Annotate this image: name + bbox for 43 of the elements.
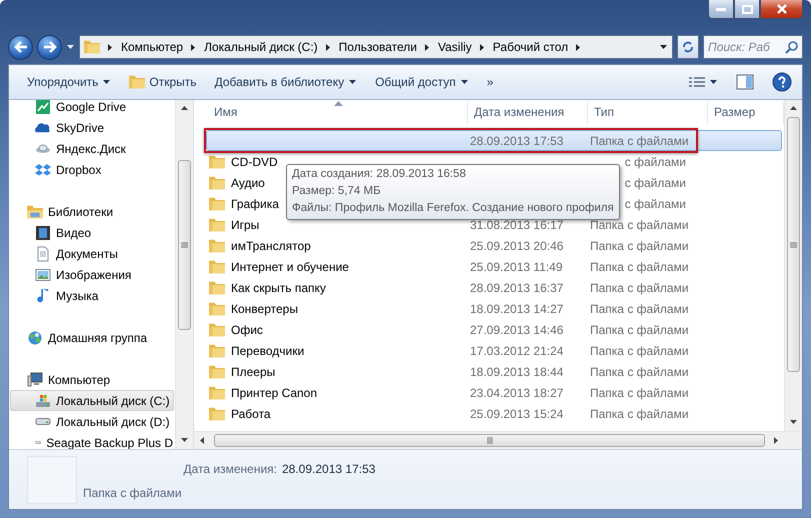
date-cell: 25.09.2013 20:46: [470, 238, 564, 252]
file-name: Игры: [231, 218, 260, 232]
type-cell: Папка с файлами: [590, 134, 686, 148]
file-name: Работа: [231, 406, 271, 420]
date-cell: 18.09.2013 14:27: [470, 302, 564, 316]
type-cell-text: с файлами: [624, 154, 686, 168]
file-name: Переводчики: [231, 344, 304, 358]
date-cell: 31.08.2013 16:17: [470, 218, 564, 232]
file-name: Интернет и обучение: [231, 260, 349, 274]
type-cell: Папка с файлами: [590, 364, 686, 378]
type-cell: Папка с файлами: [590, 406, 686, 420]
date-cell: 17.03.2012 21:24: [470, 344, 564, 358]
type-cell: Папка с файлами: [590, 386, 686, 400]
detail-type: Папка с файлами: [83, 486, 182, 500]
date-cell: 18.09.2013 18:44: [470, 364, 564, 378]
tooltip-line: Файлы: Профиль Mozilla Ferefox. Создание нового профиля: [292, 201, 614, 216]
date-cell: 28.09.2013 16:37: [470, 280, 564, 294]
file-name: Аудио: [231, 176, 265, 190]
type-cell: Папка с файлами: [590, 302, 686, 316]
tooltip-line: Дата создания: 28.09.2013 16:58: [292, 167, 467, 182]
file-name: Офис: [231, 322, 263, 336]
file-name: Графика: [231, 196, 279, 210]
detail-label: Дата изменения:: [184, 462, 277, 476]
type-cell: Папка с файлами: [590, 280, 686, 294]
date-cell: 27.09.2013 14:46: [470, 322, 564, 336]
type-cell: Папка с файлами: [590, 322, 686, 336]
date-cell: 25.09.2013 15:24: [470, 406, 564, 420]
tooltip-line: Размер: 5,74 МБ: [292, 184, 382, 199]
type-cell: Папка с файлами: [590, 238, 686, 252]
date-cell: 28.09.2013 17:53: [470, 134, 564, 148]
file-name: Принтер Canon: [231, 386, 318, 400]
file-name: имТранслятор: [231, 238, 311, 252]
file-name: Конвертеры: [231, 302, 298, 316]
type-cell: Папка с файлами: [590, 260, 686, 274]
date-cell: 25.09.2013 11:49: [470, 260, 563, 274]
type-cell: Папка с файлами: [590, 218, 686, 232]
detail-value: 28.09.2013 17:53: [282, 462, 376, 476]
type-cell-text: с файлами: [624, 176, 686, 190]
type-cell: Папка с файлами: [590, 344, 686, 358]
file-name: Плееры: [231, 364, 276, 378]
file-name: Как скрыть папку: [231, 280, 326, 294]
date-cell: 23.04.2013 18:27: [470, 386, 564, 400]
file-name: CD-DVD: [231, 154, 278, 168]
